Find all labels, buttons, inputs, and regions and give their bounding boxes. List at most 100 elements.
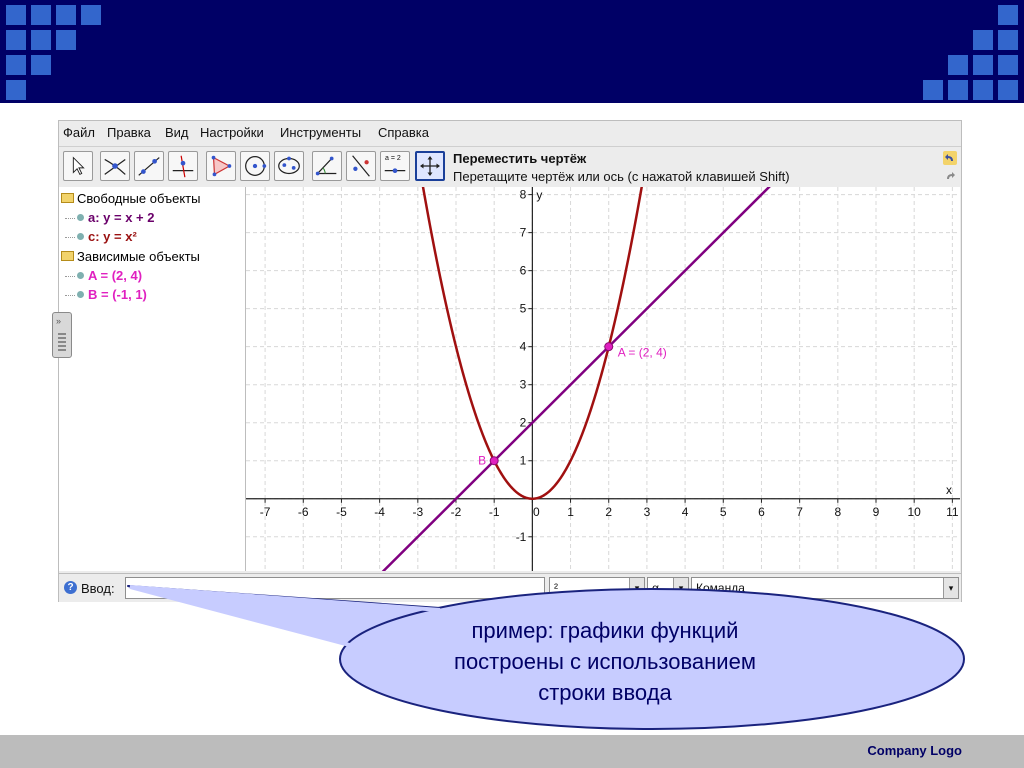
algebra-item-point-a[interactable]: A = (2, 4): [65, 268, 142, 283]
menu-tools[interactable]: Инструменты: [280, 125, 361, 140]
banner-square: [948, 80, 968, 100]
angle-icon: [315, 156, 337, 176]
x-tick-label: -4: [374, 505, 385, 519]
input-label: Ввод:: [81, 581, 115, 596]
ellipse-icon: [278, 156, 300, 175]
callout-line: пример: графики функций: [471, 618, 739, 643]
circle-tool-button[interactable]: [240, 151, 270, 181]
y-tick-label: 1: [520, 454, 527, 468]
banner-square: [56, 5, 76, 25]
company-logo: Company Logo: [867, 743, 962, 758]
banner-square: [31, 55, 51, 75]
visibility-bullet-icon[interactable]: [77, 233, 84, 240]
circle-center-icon: [245, 156, 267, 176]
callout-line: строки ввода: [538, 680, 672, 705]
chevron-down-icon[interactable]: ▾: [629, 578, 644, 598]
perpendicular-tool-button[interactable]: [168, 151, 198, 181]
toolbar: a = 2 Переместить чертёж Перетащите черт…: [59, 146, 961, 187]
y-tick-label: 4: [520, 340, 527, 354]
polygon-icon: [211, 155, 232, 177]
reflect-tool-button[interactable]: [346, 151, 376, 181]
perpendicular-line-icon: [172, 155, 194, 178]
move-tool-button[interactable]: [63, 151, 93, 181]
active-tool-help: Перетащите чертёж или ось (с нажатой кла…: [453, 169, 790, 184]
chevron-down-icon[interactable]: ▾: [943, 578, 958, 598]
greek-combo-value: α: [652, 581, 659, 595]
menu-file[interactable]: Файл: [63, 125, 95, 140]
y-tick-label: 6: [520, 264, 527, 278]
x-tick-label: -5: [336, 505, 347, 519]
help-icon[interactable]: ?: [64, 581, 77, 594]
dependent-objects-label: Зависимые объекты: [77, 249, 200, 264]
dependent-objects-header[interactable]: Зависимые объекты: [61, 249, 200, 264]
point-tool-button[interactable]: [100, 151, 130, 181]
graphics-view[interactable]: x y -7 -6 -5 -4 -3 -2 -1 0 1 2 3 4 5 6 7 8 9 10 11 8 7 6 5 4 3 2 1 -1…: [246, 187, 960, 571]
redo-icon[interactable]: [943, 169, 957, 183]
x-axis-label: x: [946, 483, 952, 497]
angle-tool-button[interactable]: [312, 151, 342, 181]
geogebra-window: Файл Правка Вид Настройки Инструменты Сп…: [58, 120, 962, 602]
greek-combo[interactable]: α ▾: [647, 577, 689, 599]
banner-square: [31, 5, 51, 25]
y-tick-label: -1: [516, 530, 527, 544]
algebra-item-line-text: a: y = x + 2: [88, 210, 155, 225]
y-axis-label: y: [536, 188, 542, 202]
free-objects-label: Свободные объекты: [77, 191, 201, 206]
x-tick-label: -7: [260, 505, 271, 519]
chevron-down-icon[interactable]: ▾: [673, 578, 688, 598]
input-field[interactable]: [125, 577, 545, 599]
command-combo-value: Команда: [696, 581, 745, 595]
algebra-item-parabola[interactable]: c: y = x²: [65, 229, 137, 244]
x-tick-label: 9: [873, 505, 880, 519]
tree-branch: [65, 218, 75, 219]
cursor-arrow-icon: [72, 156, 85, 176]
command-combo[interactable]: Команда ▾: [691, 577, 959, 599]
x-tick-label: 11: [946, 505, 959, 519]
footer-bar: Company Logo: [0, 735, 1024, 768]
polygon-tool-button[interactable]: [206, 151, 236, 181]
symbol-combo[interactable]: ² ▾: [549, 577, 645, 599]
point-label: A = (2, 4): [618, 346, 667, 360]
move-graphics-tool-button[interactable]: [415, 151, 445, 181]
banner-square: [6, 80, 26, 100]
x-tick-label: -1: [489, 505, 500, 519]
grip-dots-icon: [58, 333, 66, 351]
visibility-bullet-icon[interactable]: [77, 291, 84, 298]
menu-view[interactable]: Вид: [165, 125, 189, 140]
banner-square: [973, 30, 993, 50]
banner-square: [998, 30, 1018, 50]
x-tick-label: 1: [567, 505, 574, 519]
menu-bar: Файл Правка Вид Настройки Инструменты Сп…: [59, 121, 961, 145]
visibility-bullet-icon[interactable]: [77, 214, 84, 221]
x-tick-label: -3: [412, 505, 423, 519]
banner-square: [973, 55, 993, 75]
intersect-point-icon: [104, 158, 126, 175]
algebra-item-point-b-text: B = (-1, 1): [88, 287, 147, 302]
banner-square: [948, 55, 968, 75]
callout-text: пример: графики функций построены с испо…: [440, 615, 770, 708]
menu-help[interactable]: Справка: [378, 125, 429, 140]
free-objects-header[interactable]: Свободные объекты: [61, 191, 200, 206]
algebra-item-point-a-text: A = (2, 4): [88, 268, 143, 283]
banner-square: [6, 55, 26, 75]
banner-square: [31, 30, 51, 50]
panel-splitter-handle[interactable]: »: [52, 312, 72, 358]
y-tick-label: 2: [520, 416, 527, 430]
menu-settings[interactable]: Настройки: [200, 125, 264, 140]
input-bar: ? Ввод: ² ▾ α ▾ Команда ▾: [59, 573, 961, 602]
visibility-bullet-icon[interactable]: [77, 272, 84, 279]
menu-edit[interactable]: Правка: [107, 125, 151, 140]
graph-canvas[interactable]: x y -7 -6 -5 -4 -3 -2 -1 0 1 2 3 4 5 6 7 8 9 10 11 8 7 6 5 4 3 2 1 -1…: [246, 187, 960, 571]
y-tick-label: 8: [520, 188, 527, 202]
line-graph: [381, 187, 771, 571]
slider-tool-button[interactable]: a = 2: [380, 151, 410, 181]
algebra-item-line[interactable]: a: y = x + 2: [65, 210, 155, 225]
header-banner: [0, 0, 1024, 103]
undo-icon[interactable]: [943, 151, 957, 165]
x-tick-label: 5: [720, 505, 727, 519]
algebra-item-point-b[interactable]: B = (-1, 1): [65, 287, 147, 302]
banner-square: [998, 5, 1018, 25]
line-tool-button[interactable]: [134, 151, 164, 181]
reflect-line-icon: [352, 155, 370, 177]
conic-tool-button[interactable]: [274, 151, 304, 181]
